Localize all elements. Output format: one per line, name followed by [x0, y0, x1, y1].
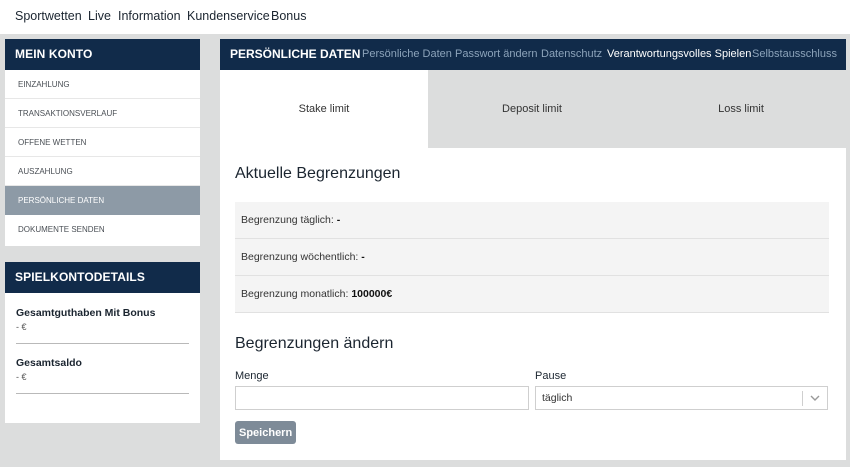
account-menu-title: MEIN KONTO — [5, 39, 200, 70]
top-navigation: Sportwetten Live Information Kundenservi… — [0, 0, 850, 34]
pause-select[interactable]: täglich — [535, 386, 828, 410]
limit-tabs: Stake limit Deposit limit Loss limit — [220, 70, 846, 148]
divider — [16, 393, 189, 394]
current-limits-title: Aktuelle Begrenzungen — [235, 165, 401, 182]
select-divider — [802, 391, 803, 406]
sidebar-item-auszahlung[interactable]: AUSZAHLUNG — [5, 157, 200, 186]
total-balance-bonus-label: Gesamtguthaben Mit Bonus — [16, 307, 156, 319]
amount-input[interactable] — [235, 386, 529, 410]
sidebar-item-einzahlung[interactable]: EINZAHLUNG — [5, 70, 200, 99]
nav-kundenservice[interactable]: Kundenservice — [187, 9, 270, 23]
pause-selected-value: täglich — [542, 392, 573, 404]
subtab-datenschutz[interactable]: Datenschutz — [541, 48, 602, 60]
sidebar-item-offene-wetten[interactable]: OFFENE WETTEN — [5, 128, 200, 157]
total-balance-bonus-value: - € — [16, 322, 27, 332]
limit-row-monthly: Begrenzung monatlich: 100000€ — [235, 276, 829, 313]
nav-live[interactable]: Live — [88, 9, 111, 23]
limit-row-weekly: Begrenzung wöchentlich: - — [235, 239, 829, 276]
subtab-passwort-aendern[interactable]: Passwort ändern — [455, 48, 538, 60]
total-balance-value: - € — [16, 372, 27, 382]
subtab-persoenliche-daten[interactable]: Persönliche Daten — [362, 48, 452, 60]
divider — [16, 343, 189, 344]
account-menu: MEIN KONTO EINZAHLUNG TRANSAKTIONSVERLAU… — [5, 39, 200, 246]
limit-monthly-value: 100000€ — [351, 288, 393, 300]
account-details-title: SPIELKONTODETAILS — [5, 262, 200, 293]
nav-bonus[interactable]: Bonus — [271, 9, 306, 23]
subtab-selbstausschluss[interactable]: Selbstausschluss — [752, 48, 837, 60]
limit-weekly-label: Begrenzung wöchentlich: — [241, 251, 359, 263]
sidebar-item-dokumente-senden[interactable]: DOKUMENTE SENDEN — [5, 215, 200, 244]
limit-monthly-label: Begrenzung monatlich: — [241, 288, 349, 300]
main-panel: PERSÖNLICHE DATEN Persönliche Daten Pass… — [220, 39, 846, 460]
main-header: PERSÖNLICHE DATEN Persönliche Daten Pass… — [220, 39, 846, 70]
amount-label: Menge — [235, 370, 269, 382]
limit-daily-value: - — [336, 214, 341, 226]
limit-row-daily: Begrenzung täglich: - — [235, 202, 829, 239]
limit-weekly-value: - — [361, 251, 365, 263]
tab-loss-limit[interactable]: Loss limit — [636, 70, 846, 148]
nav-sportwetten[interactable]: Sportwetten — [15, 9, 82, 23]
pause-label: Pause — [535, 370, 567, 382]
tab-deposit-limit[interactable]: Deposit limit — [428, 70, 636, 148]
save-button[interactable]: Speichern — [235, 421, 297, 444]
nav-information[interactable]: Information — [118, 9, 181, 23]
change-limits-title: Begrenzungen ändern — [235, 335, 394, 352]
chevron-down-icon — [810, 395, 820, 401]
page-title: PERSÖNLICHE DATEN — [230, 47, 361, 61]
tab-stake-limit[interactable]: Stake limit — [220, 70, 428, 148]
sidebar-item-persoenliche-daten[interactable]: PERSÖNLICHE DATEN — [5, 186, 200, 215]
sidebar-item-transaktionsverlauf[interactable]: TRANSAKTIONSVERLAUF — [5, 99, 200, 128]
limit-daily-label: Begrenzung täglich: — [241, 214, 334, 226]
account-details-panel: SPIELKONTODETAILS Gesamtguthaben Mit Bon… — [5, 262, 200, 423]
subtab-verantwortungsvolles-spielen[interactable]: Verantwortungsvolles Spielen — [607, 48, 751, 60]
total-balance-label: Gesamtsaldo — [16, 357, 82, 369]
